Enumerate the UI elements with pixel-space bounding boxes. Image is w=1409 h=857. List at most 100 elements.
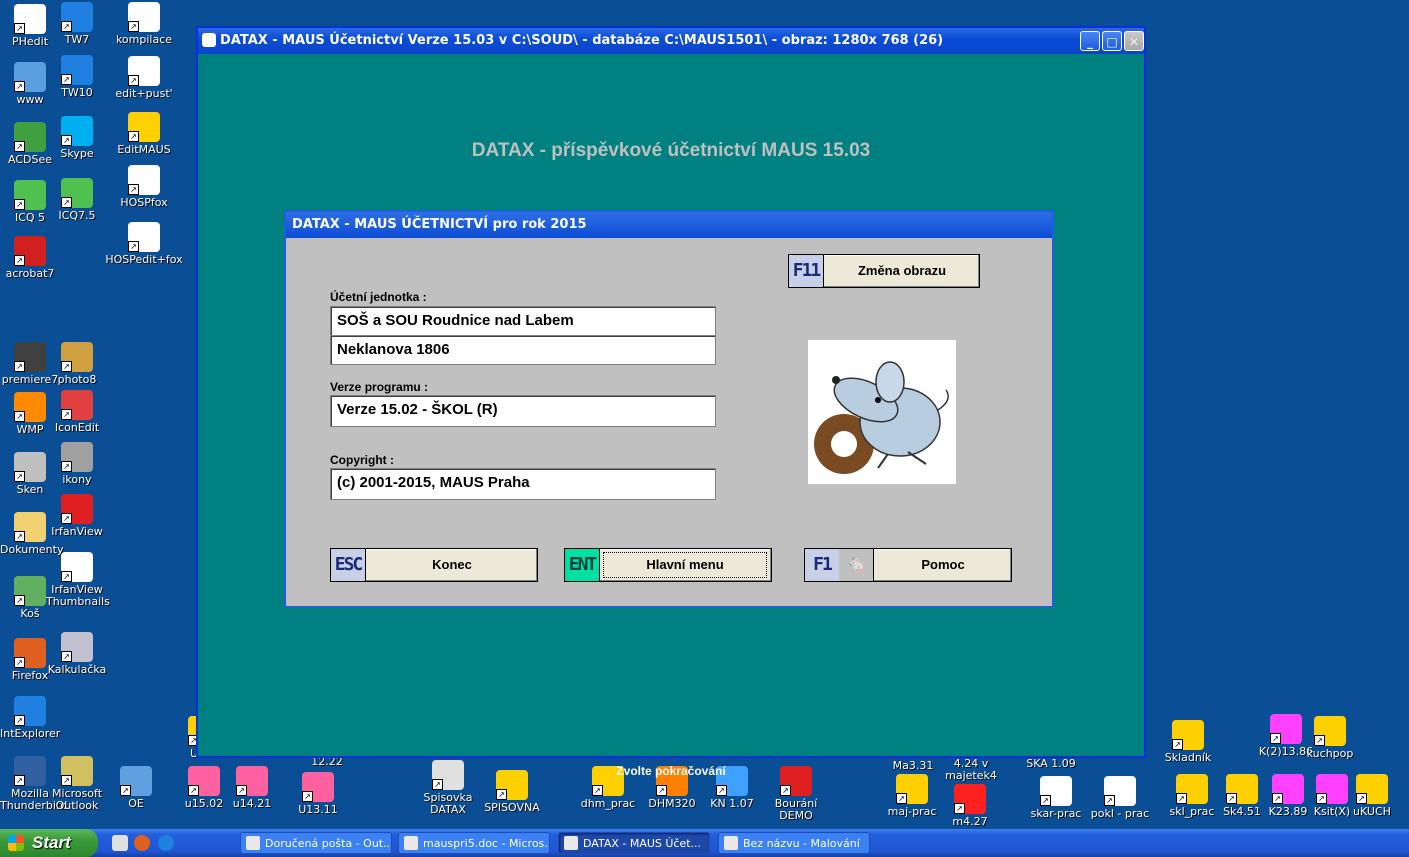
desktop-shortcut[interactable]: ↗ Microsoft Outlook: [46, 756, 108, 812]
shortcut-arrow-icon: ↗: [188, 785, 199, 796]
main-menu-button[interactable]: ENT Hlavní menu: [564, 548, 772, 582]
shortcut-arrow-icon: ↗: [1356, 793, 1367, 804]
datax-m-icon: ↗: [954, 784, 986, 814]
taskbar-button[interactable]: DATAX - MAUS Účet...: [558, 832, 710, 854]
document-icon: ↗: [14, 4, 46, 34]
dialog-body: F11 Změna obrazu Účetní jednotka : SOŠ a…: [286, 238, 1052, 606]
shortcut-arrow-icon: ↗: [954, 803, 965, 814]
shortcut-arrow-icon: ↗: [716, 785, 727, 796]
desktop-shortcut[interactable]: ↗ IrfanView: [46, 494, 108, 538]
desktop-shortcut-label: acrobat7: [5, 267, 55, 280]
shortcut-arrow-icon: ↗: [1104, 795, 1115, 806]
recycle-bin-icon: ↗: [14, 576, 46, 606]
desktop-shortcut[interactable]: ↗ EditMAUS: [104, 112, 184, 156]
shortcut-arrow-icon: ↗: [1316, 793, 1327, 804]
shortcut-arrow-icon: ↗: [1176, 793, 1187, 804]
teamviewer-icon: ↗: [61, 55, 93, 85]
desktop-shortcut-label: kuchpop: [1306, 747, 1354, 760]
shortcut-arrow-icon: ↗: [14, 23, 25, 34]
desktop-shortcut-label: edit+pust': [115, 87, 173, 100]
shortcut-arrow-icon: ↗: [61, 361, 72, 372]
f11-key-icon: F11: [789, 255, 824, 287]
skeleton-icon: ↗: [1040, 776, 1072, 806]
desktop-shortcut[interactable]: ↗ acrobat7: [0, 236, 60, 280]
desktop-shortcut[interactable]: ↗ kuchpop: [1298, 716, 1362, 760]
desktop-shortcut[interactable]: ↗ IrfanView Thumbnails: [46, 552, 110, 608]
desktop-shortcut[interactable]: ↗ m4.27: [938, 784, 1002, 828]
desktop-shortcut[interactable]: ↗ uKUCH: [1340, 774, 1404, 818]
internet-explorer-icon[interactable]: [158, 835, 174, 851]
desktop-shortcut[interactable]: ↗ HOSPedit+fox: [104, 222, 184, 266]
desktop-shortcut-label: Microsoft Outlook: [51, 787, 103, 812]
shortcut-arrow-icon: ↗: [128, 241, 139, 252]
script-icon: ↗: [128, 222, 160, 252]
task-app-icon: [564, 836, 578, 850]
start-button[interactable]: Start: [0, 829, 98, 857]
desktop-shortcut[interactable]: ↗ OE: [104, 766, 168, 810]
taskbar-button[interactable]: Bez názvu - Malování: [718, 832, 870, 854]
lisa-icon: ↗: [1314, 716, 1346, 746]
shortcut-arrow-icon: ↗: [1040, 795, 1051, 806]
desktop-shortcut-label: OE: [128, 797, 144, 810]
skype-icon: ↗: [61, 116, 93, 146]
maximize-button[interactable]: □: [1102, 31, 1122, 51]
desktop-shortcut-label: U13.11: [298, 803, 338, 816]
f1-key-icon: F1: [805, 549, 840, 581]
desktop-shortcut[interactable]: ↗ kompilace: [104, 2, 184, 46]
end-button[interactable]: ESC Konec: [330, 548, 538, 582]
maus-mouse-illustration: [808, 340, 956, 484]
paint-icon: ↗: [1104, 776, 1136, 806]
thunderbird-icon: ↗: [14, 756, 46, 786]
script-icon: ↗: [128, 165, 160, 195]
desktop-shortcut[interactable]: ↗ skar-prac: [1024, 776, 1088, 820]
shortcut-arrow-icon: ↗: [14, 199, 25, 210]
copyright-field: (c) 2001-2015, MAUS Praha: [330, 468, 716, 500]
taskbar-button[interactable]: Doručená pošta - Out...: [240, 832, 392, 854]
scanner-icon: ↗: [14, 452, 46, 482]
shapes-icon: ↗: [61, 390, 93, 420]
desktop-shortcut[interactable]: ↗ IconEdit: [46, 390, 108, 434]
desktop-shortcut-label: kompilace: [115, 33, 173, 46]
taskbar-button-label: Doručená pošta - Out...: [265, 837, 392, 850]
desktop-shortcut[interactable]: ↗ IntExplorer: [0, 696, 60, 740]
shortcut-arrow-icon: ↗: [896, 793, 907, 804]
film-icon: ↗: [14, 342, 46, 372]
shortcut-arrow-icon: ↗: [1226, 793, 1237, 804]
shortcut-arrow-icon: ↗: [61, 21, 72, 32]
desktop-shortcut[interactable]: ↗ ICQ7.5: [46, 178, 108, 222]
show-desktop-icon[interactable]: [112, 835, 128, 851]
desktop-shortcut[interactable]: ↗ pokl - prac: [1088, 776, 1152, 820]
task-app-icon: [246, 836, 260, 850]
desktop-shortcut[interactable]: ↗ U13.11: [286, 772, 350, 816]
datax-s-icon: ↗: [1172, 720, 1204, 750]
taskbar-button[interactable]: mauspri5.doc - Micros...: [398, 832, 550, 854]
shortcut-arrow-icon: ↗: [1270, 733, 1281, 744]
desktop-shortcut[interactable]: ↗ Skladník: [1156, 720, 1220, 764]
close-button[interactable]: ✕: [1124, 31, 1144, 51]
shortcut-arrow-icon: ↗: [61, 197, 72, 208]
desktop-shortcut[interactable]: ↗ edit+pust': [104, 56, 184, 100]
desktop-shortcut[interactable]: ↗ TW7: [46, 2, 108, 46]
desktop-shortcut-label: Koš: [20, 607, 40, 620]
media-player-icon: ↗: [14, 392, 46, 422]
desktop-shortcut[interactable]: ↗ Skype: [46, 116, 108, 160]
desktop-shortcut[interactable]: ↗ TW10: [46, 55, 108, 99]
firefox-icon[interactable]: [134, 835, 150, 851]
desktop-shortcut[interactable]: ↗ Kalkulačka: [46, 632, 108, 676]
change-screen-button[interactable]: F11 Změna obrazu: [788, 254, 980, 288]
icons-folder-icon: ↗: [61, 442, 93, 472]
shortcut-arrow-icon: ↗: [14, 657, 25, 668]
desktop-shortcut[interactable]: ↗ ikony: [46, 442, 108, 486]
shortcut-arrow-icon: ↗: [496, 789, 507, 800]
outlook-icon: ↗: [61, 756, 93, 786]
desktop-shortcut[interactable]: ↗ photo8: [46, 342, 108, 386]
calculator-icon: ↗: [61, 632, 93, 662]
desktop-shortcut[interactable]: ↗ HOSPfox: [104, 165, 184, 209]
taskbar-button-label: DATAX - MAUS Účet...: [583, 837, 702, 850]
unit-address-field: Neklanova 1806: [330, 335, 716, 365]
shortcut-arrow-icon: ↗: [61, 775, 72, 786]
main-window-titlebar[interactable]: DATAX - MAUS Účetnictví Verze 15.03 v C:…: [198, 28, 1144, 54]
minimize-button[interactable]: _: [1080, 31, 1100, 51]
desktop-shortcut[interactable]: ↗ maj-prac: [880, 774, 944, 818]
help-button[interactable]: F1 🐁 Pomoc: [804, 548, 1012, 582]
